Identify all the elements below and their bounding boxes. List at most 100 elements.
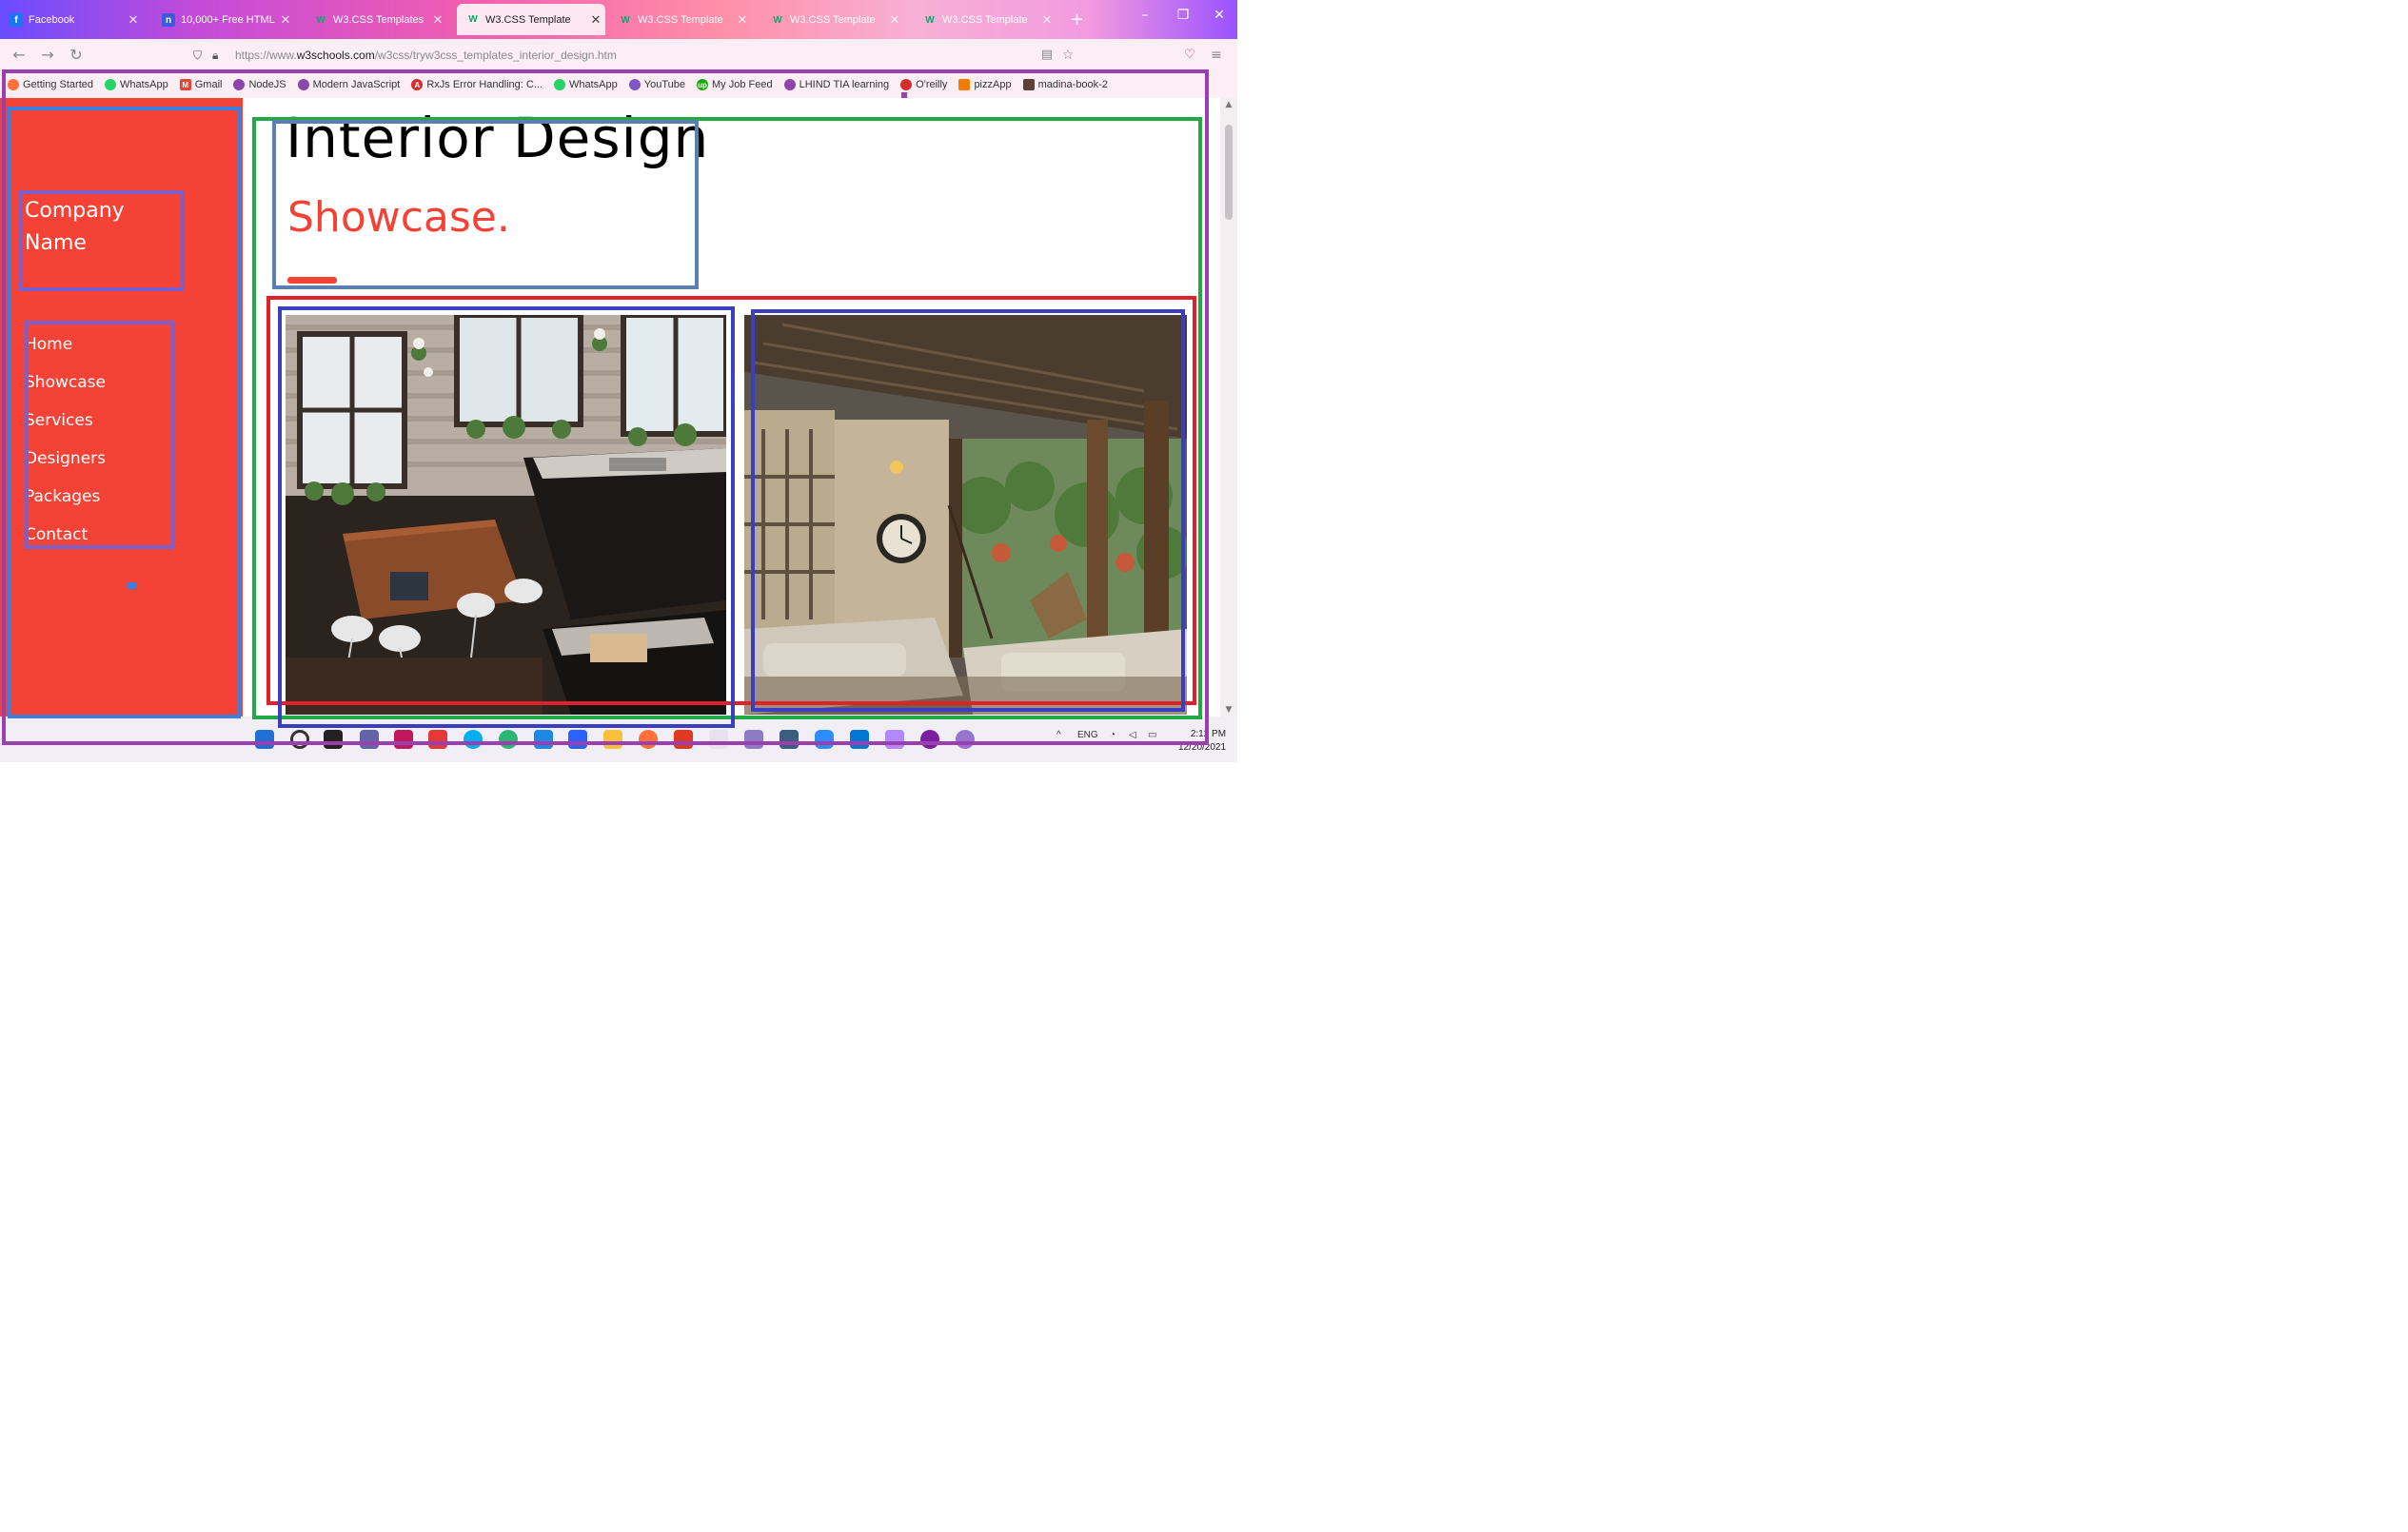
oreilly-icon — [900, 79, 913, 90]
close-icon[interactable]: ✕ — [733, 12, 752, 28]
tab-w3css-templates[interactable]: W W3.CSS Templates ✕ — [305, 6, 447, 34]
url-text[interactable]: https://www.w3schools.com/w3css/tryw3css… — [235, 49, 617, 62]
sidebar-item-packages[interactable]: Packages — [25, 478, 106, 516]
tray-chevron-icon[interactable]: ^ — [1056, 730, 1061, 740]
bookmark-item[interactable]: LHIND TIA learning — [783, 79, 889, 90]
skype-icon[interactable] — [464, 730, 483, 749]
tab-w3css-template[interactable]: W W3.CSS Template ✕ — [609, 6, 752, 34]
page-title: Interior Design — [286, 106, 710, 170]
bookmark-item[interactable]: A RxJs Error Handling: C... — [411, 79, 543, 90]
sidebar-item-showcase[interactable]: Showcase — [25, 363, 106, 402]
window-close-icon[interactable]: ✕ — [1205, 8, 1234, 23]
sidebar-item-home[interactable]: Home — [25, 325, 106, 363]
close-icon[interactable]: ✕ — [124, 12, 143, 28]
bookmark-item[interactable]: WhatsApp — [554, 79, 618, 90]
scroll-up-icon[interactable]: ▲ — [1220, 100, 1237, 109]
app-icon[interactable] — [885, 730, 904, 749]
globe-icon — [628, 79, 641, 90]
bookmark-item[interactable]: pizzApp — [958, 79, 1012, 90]
restore-icon[interactable]: ❐ — [1169, 8, 1197, 23]
app-icon[interactable] — [744, 730, 763, 749]
whatsapp-icon — [105, 79, 116, 90]
zoom-icon[interactable] — [815, 730, 834, 749]
volume-icon[interactable]: ◁ — [1129, 730, 1136, 740]
bookmark-item[interactable]: Getting Started — [8, 79, 93, 90]
book-icon — [1022, 79, 1035, 90]
bookmark-item[interactable]: O'reilly — [900, 79, 947, 90]
bookmark-item[interactable]: YouTube — [628, 79, 685, 90]
reader-view-icon[interactable]: ▤ — [1037, 46, 1056, 65]
wifi-icon[interactable]: ◔ — [1110, 730, 1115, 740]
app-icon[interactable] — [568, 730, 587, 749]
shield-icon[interactable]: ⛉ — [193, 49, 202, 63]
page-subtitle: Showcase. — [287, 193, 510, 242]
app-icon[interactable] — [850, 730, 869, 749]
url-bar[interactable]: ⛉ 🔒︎ https://www.w3schools.com/w3css/try… — [186, 45, 1061, 66]
pocket-icon[interactable]: ♡ — [1180, 46, 1199, 65]
tab-title: W3.CSS Template — [485, 13, 571, 26]
app-icon[interactable] — [780, 730, 799, 749]
lock-icon[interactable]: 🔒︎ — [212, 49, 218, 63]
language-indicator[interactable]: ENG — [1077, 730, 1098, 740]
title-underline — [287, 277, 337, 284]
tab-w3css-template[interactable]: W W3.CSS Template ✕ — [761, 6, 904, 34]
close-icon[interactable]: ✕ — [586, 12, 605, 28]
vertical-scrollbar[interactable]: ▲ ▼ — [1220, 98, 1237, 717]
bookmark-item[interactable]: NodeJS — [233, 79, 286, 90]
close-icon[interactable]: ✕ — [1037, 12, 1056, 28]
sidebar-item-contact[interactable]: Contact — [25, 516, 106, 554]
sidebar-item-designers[interactable]: Designers — [25, 440, 106, 478]
minimize-icon[interactable]: – — [1131, 8, 1159, 23]
close-icon[interactable]: ✕ — [428, 12, 447, 28]
new-tab-plus-icon[interactable]: + — [1070, 10, 1084, 29]
scrollbar-thumb[interactable] — [1225, 125, 1233, 220]
tab-title: W3.CSS Template — [790, 14, 876, 26]
task-view-icon[interactable] — [324, 730, 343, 749]
company-name: Company Name — [25, 199, 125, 255]
close-icon[interactable]: ✕ — [885, 12, 904, 28]
app-icon[interactable] — [394, 730, 413, 749]
pizza-icon — [958, 79, 971, 90]
app-icon[interactable] — [709, 730, 728, 749]
tab-w3css-template[interactable]: W W3.CSS Template ✕ — [914, 6, 1056, 34]
search-icon[interactable] — [290, 730, 309, 749]
tab-free-html[interactable]: n 10,000+ Free HTML Tem ✕ — [152, 6, 295, 34]
taskbar: ^ ENG ◔ ◁ ▭ 2:12 PM 12/20/2021 — [0, 717, 1237, 762]
showcase-image-porch[interactable] — [744, 315, 1187, 715]
bookmark-item[interactable]: Modern JavaScript — [297, 79, 400, 90]
sidebar-item-services[interactable]: Services — [25, 402, 106, 440]
kitchen-photo-graphic — [286, 315, 726, 715]
forward-arrow-icon[interactable]: → — [38, 46, 57, 65]
teams-icon[interactable] — [360, 730, 379, 749]
bookmark-label: WhatsApp — [569, 79, 618, 90]
bookmark-item[interactable]: madina-book-2 — [1022, 79, 1108, 90]
tab-title: 10,000+ Free HTML Tem — [181, 14, 276, 26]
tab-facebook[interactable]: f Facebook ✕ — [0, 6, 143, 34]
firefox-icon[interactable] — [639, 730, 658, 749]
clock-time: 2:12 PM — [1190, 729, 1227, 739]
menu-hamburger-icon[interactable]: ≡ — [1207, 46, 1226, 65]
battery-icon[interactable]: ▭ — [1148, 730, 1156, 740]
bookmark-item[interactable]: M Gmail — [179, 79, 223, 90]
brave-icon[interactable] — [674, 730, 693, 749]
vscode-icon[interactable] — [534, 730, 553, 749]
app-icon[interactable] — [956, 730, 975, 749]
reload-icon[interactable]: ↻ — [67, 46, 86, 65]
edge-icon[interactable] — [499, 730, 518, 749]
system-clock[interactable]: 2:12 PM 12/20/2021 — [1178, 728, 1226, 755]
windows-start-icon[interactable] — [255, 730, 274, 749]
showcase-image-kitchen[interactable] — [286, 315, 726, 715]
back-arrow-icon[interactable]: ← — [10, 46, 29, 65]
bookmark-label: Gmail — [194, 79, 223, 90]
w3-icon: W — [621, 14, 630, 26]
url-prefix: https://www. — [235, 49, 297, 62]
folder-icon[interactable] — [603, 730, 622, 749]
bookmark-star-icon[interactable]: ☆ — [1058, 46, 1077, 65]
bookmark-item[interactable]: WhatsApp — [105, 79, 168, 90]
app-icon[interactable] — [428, 730, 447, 749]
scroll-down-icon[interactable]: ▼ — [1220, 705, 1237, 715]
tab-w3css-template-active[interactable]: W W3.CSS Template ✕ — [457, 4, 605, 35]
close-icon[interactable]: ✕ — [276, 12, 295, 28]
app-icon[interactable] — [920, 730, 939, 749]
bookmark-item[interactable]: up My Job Feed — [696, 79, 773, 90]
